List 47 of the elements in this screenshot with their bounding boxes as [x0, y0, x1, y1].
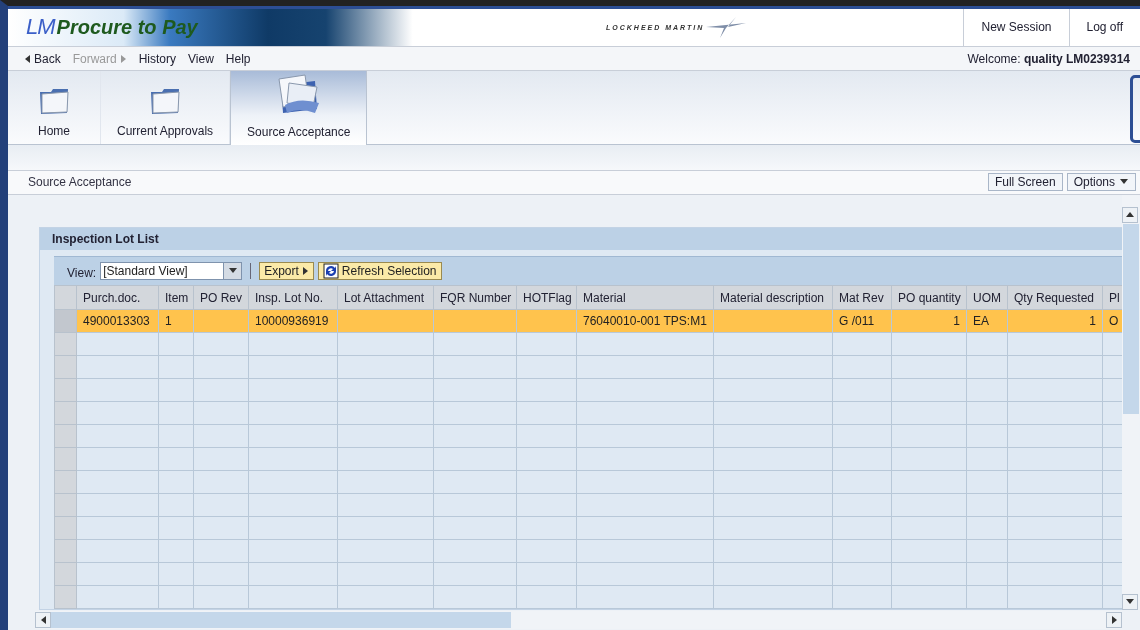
view-label: View:: [67, 266, 97, 280]
column-header[interactable]: PO quantity: [891, 285, 967, 310]
column-header[interactable]: Mat Rev: [832, 285, 892, 310]
nav-tab[interactable]: Current Approvals: [101, 71, 231, 145]
panel-title: Inspection Lot List: [52, 232, 159, 246]
nav-link[interactable]: History: [138, 51, 177, 66]
column-header[interactable]: Material: [576, 285, 714, 310]
folder-icon: [37, 86, 71, 117]
scroll-left-icon: [39, 615, 47, 625]
column-header[interactable]: PO Rev: [193, 285, 249, 310]
column-header[interactable]: Material description: [713, 285, 833, 310]
folder-icon: [148, 86, 182, 117]
column-header[interactable]: UOM: [966, 285, 1008, 310]
nav-link[interactable]: Help: [225, 51, 251, 66]
table-cell: 76040010-001 TPS:M1: [576, 309, 714, 333]
header-link[interactable]: New Session: [963, 9, 1069, 46]
column-header[interactable]: Item: [158, 285, 194, 310]
horizontal-scrollbar[interactable]: [35, 611, 1122, 629]
scroll-up-icon: [1125, 210, 1135, 220]
page-title: Source Acceptance: [28, 175, 132, 190]
column-header[interactable]: Lot Attachment: [337, 285, 434, 310]
refresh-icon: [322, 263, 339, 279]
nav-link[interactable]: Back: [24, 51, 61, 66]
refresh-button[interactable]: Refresh Selection: [317, 262, 442, 280]
column-header[interactable]: Pl: [1102, 285, 1122, 310]
column-header[interactable]: Qty Requested: [1007, 285, 1103, 310]
toolbar-button[interactable]: Full Screen: [987, 173, 1063, 192]
column-header[interactable]: FQR Number: [433, 285, 517, 310]
caret-left-icon: [24, 53, 31, 64]
header-link[interactable]: Log off: [1068, 9, 1140, 46]
caret-right-icon: [119, 53, 127, 64]
export-button[interactable]: Export: [259, 262, 314, 280]
nav-tab[interactable]: Source Acceptance: [230, 71, 368, 146]
caret-icon: [301, 266, 309, 276]
column-header[interactable]: Insp. Lot No.: [248, 285, 338, 310]
app-title: Procure to Pay: [56, 16, 198, 39]
nav-link[interactable]: View: [188, 51, 214, 66]
row-selector[interactable]: [54, 285, 77, 310]
welcome-text: Welcome: quality LM0239314: [967, 51, 1130, 66]
logo-text: LM: [26, 14, 55, 41]
nav-tab[interactable]: Home: [8, 71, 101, 145]
row-selector[interactable]: [54, 309, 77, 333]
toolbar-button[interactable]: Options: [1066, 173, 1136, 192]
column-header[interactable]: Purch.doc.: [76, 285, 159, 310]
column-header[interactable]: HOTFlag: [516, 285, 577, 310]
view-dropdown[interactable]: [Standard View]: [100, 262, 243, 280]
scroll-right-icon: [1110, 615, 1118, 625]
